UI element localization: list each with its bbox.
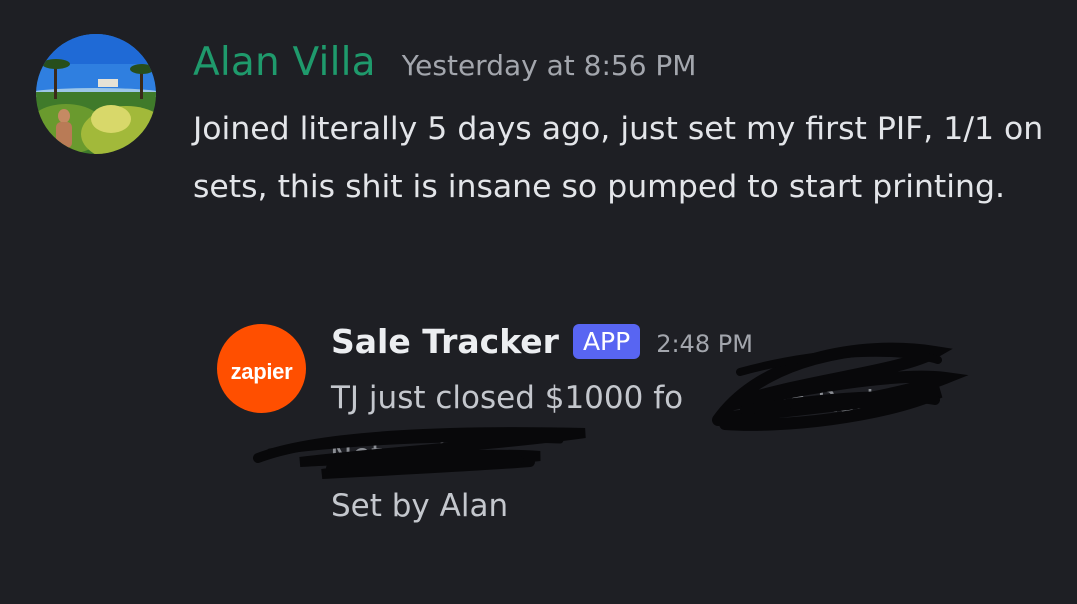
svg-text:[The Red: [The Red	[740, 385, 874, 420]
svg-text:Network]: Network]	[330, 438, 467, 473]
zapier-logo: zapier	[230, 358, 293, 384]
avatar-photo	[36, 34, 156, 154]
username[interactable]: Alan Villa	[193, 40, 376, 85]
bot-message-timestamp[interactable]: 2:48 PM	[656, 330, 753, 358]
message-header: Alan Villa Yesterday at 8:56 PM	[193, 40, 696, 85]
message-timestamp[interactable]: Yesterday at 8:56 PM	[402, 49, 697, 82]
app-badge: APP	[572, 324, 641, 359]
message-text: Joined literally 5 days ago, just set my…	[193, 111, 1044, 205]
bot-avatar[interactable]: zapier	[217, 324, 306, 413]
redaction-scribble: [The Red Network]	[253, 342, 969, 479]
bot-message-line: Set by Alan	[331, 488, 509, 524]
user-avatar[interactable]	[36, 34, 156, 154]
bot-message-line: TJ just closed $1000 fo	[331, 380, 684, 416]
bot-message-header: Sale Tracker APP 2:48 PM	[331, 322, 753, 361]
chat-view: Alan Villa Yesterday at 8:56 PM Joined l…	[0, 0, 1077, 604]
bot-username[interactable]: Sale Tracker	[331, 322, 559, 361]
